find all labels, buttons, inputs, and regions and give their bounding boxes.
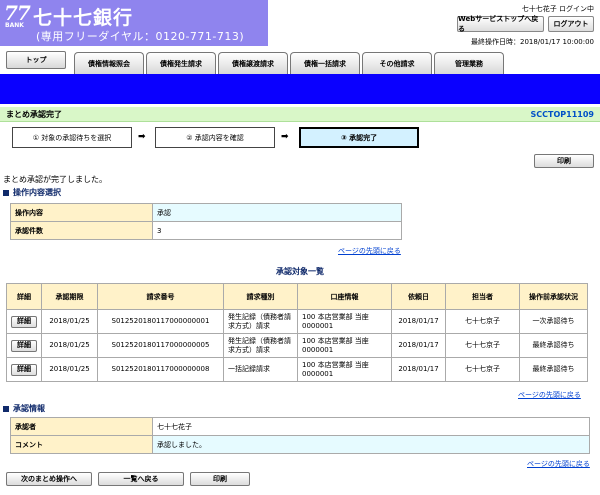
request-type-cell: 発生記録（債務者請求方式）請求	[223, 333, 298, 358]
col-account: 口座情報	[297, 283, 392, 310]
section-bullet-icon	[3, 405, 9, 412]
deadline-cell: 2018/01/25	[41, 333, 98, 358]
approval-info-heading: 承認情報	[3, 403, 45, 414]
deadline-cell: 2018/01/25	[41, 357, 98, 382]
step-select-target: ① 対象の承認待ちを選択	[12, 127, 132, 148]
request-date-cell: 2018/01/17	[391, 333, 446, 358]
operation-table: 操作内容 承認 承認件数 3	[10, 203, 402, 240]
toll-free-number: (専用フリーダイヤル：0120-771-713)	[36, 30, 245, 43]
logo-sub: BANK	[5, 22, 24, 29]
request-type-cell: 一括記録請求	[223, 357, 298, 382]
person-cell: 七十七京子	[445, 333, 520, 358]
tab-claim-inquiry[interactable]: 債権情報照会	[74, 52, 144, 74]
col-detail: 詳細	[6, 283, 42, 310]
section-bullet-icon	[3, 189, 9, 196]
progress-steps: ① 対象の承認待ちを選択 ➡ ② 承認内容を確認 ➡ ③ 承認完了	[12, 127, 452, 149]
col-person: 担当者	[445, 283, 520, 310]
next-batch-operation-button[interactable]: 次のまとめ操作へ	[6, 472, 92, 486]
request-date-cell: 2018/01/17	[391, 309, 446, 334]
approval-count-label: 承認件数	[10, 221, 153, 240]
approval-list-title: 承認対象一覧	[276, 267, 324, 276]
step-arrow-icon: ➡	[281, 132, 289, 142]
account-cell: 100 本店営業部 当座 0000001	[297, 309, 392, 334]
bank-header: 77 BANK 七十七銀行 (専用フリーダイヤル：0120-771-713)	[0, 0, 268, 46]
operation-row: 操作内容 承認	[10, 203, 402, 222]
status-cell: 最終承認待ち	[519, 357, 588, 382]
comment-value: 承認しました。	[152, 435, 590, 454]
table-row: 詳細 2018/01/25 S012520180117000000008 一括記…	[6, 357, 588, 382]
bank-logo: 77 BANK	[4, 1, 31, 29]
status-cell: 一次承認待ち	[519, 309, 588, 334]
print-button-top[interactable]: 印刷	[534, 154, 594, 168]
page-title: まとめ承認完了	[6, 109, 62, 119]
detail-cell: 詳細	[6, 333, 42, 358]
print-button-bottom[interactable]: 印刷	[190, 472, 250, 486]
operation-section-heading: 操作内容選択	[3, 187, 61, 198]
request-type-cell: 発生記録（債務者請求方式）請求	[223, 309, 298, 334]
request-no-cell: S012520180117000000005	[97, 333, 224, 358]
detail-button[interactable]: 詳細	[11, 315, 37, 328]
operation-value: 承認	[152, 203, 402, 222]
detail-cell: 詳細	[6, 309, 42, 334]
account-cell: 100 本店営業部 当座 0000001	[297, 357, 392, 382]
tab-bulk-request[interactable]: 債権一括請求	[290, 52, 360, 74]
back-to-top-link[interactable]: ページの先頭に戻る	[338, 246, 401, 256]
approver-row: 承認者 七十七花子	[10, 417, 590, 436]
back-to-list-button[interactable]: 一覧へ戻る	[98, 472, 184, 486]
approval-count-value: 3	[152, 221, 402, 240]
approval-info-table: 承認者 七十七花子 コメント 承認しました。	[10, 417, 590, 454]
tab-claim-issue[interactable]: 債権発生請求	[146, 52, 216, 74]
col-deadline: 承認期限	[41, 283, 98, 310]
tab-admin[interactable]: 管理業務	[434, 52, 504, 74]
account-cell: 100 本店営業部 当座 0000001	[297, 333, 392, 358]
logout-button[interactable]: ログアウト	[548, 16, 594, 32]
detail-button[interactable]: 詳細	[11, 339, 37, 352]
detail-cell: 詳細	[6, 357, 42, 382]
person-cell: 七十七京子	[445, 357, 520, 382]
list-header-row: 詳細 承認期限 請求番号 請求種別 口座情報 依頼日 担当者 操作前承認状況	[6, 283, 588, 310]
step-complete: ③ 承認完了	[299, 127, 419, 148]
request-no-cell: S012520180117000000001	[97, 309, 224, 334]
deadline-cell: 2018/01/25	[41, 309, 98, 334]
request-no-cell: S012520180117000000008	[97, 357, 224, 382]
completion-message: まとめ承認が完了しました。	[3, 175, 107, 184]
operation-label: 操作内容	[10, 203, 153, 222]
nav-sub-band	[0, 74, 600, 104]
back-to-top-link[interactable]: ページの先頭に戻る	[527, 459, 590, 469]
last-operation-time: 最終操作日時：2018/01/17 10:00:00	[470, 38, 594, 46]
step-arrow-icon: ➡	[138, 132, 146, 142]
approver-value: 七十七花子	[152, 417, 590, 436]
back-to-top-link[interactable]: ページの先頭に戻る	[518, 390, 581, 400]
login-user-info: 七十七花子 ログイン中	[521, 5, 594, 13]
table-row: 詳細 2018/01/25 S012520180117000000005 発生記…	[6, 333, 588, 358]
step-confirm: ② 承認内容を確認	[155, 127, 275, 148]
page-title-bar: まとめ承認完了 SCCTOP11109	[0, 107, 600, 122]
approval-list-table: 詳細 承認期限 請求番号 請求種別 口座情報 依頼日 担当者 操作前承認状況 詳…	[6, 283, 588, 382]
approval-count-row: 承認件数 3	[10, 221, 402, 240]
col-request-no: 請求番号	[97, 283, 224, 310]
table-row: 詳細 2018/01/25 S012520180117000000001 発生記…	[6, 309, 588, 334]
comment-row: コメント 承認しました。	[10, 435, 590, 454]
detail-button[interactable]: 詳細	[11, 363, 37, 376]
col-request-type: 請求種別	[223, 283, 298, 310]
comment-label: コメント	[10, 435, 153, 454]
approval-info-heading-text: 承認情報	[13, 404, 45, 413]
tab-top[interactable]: トップ	[6, 51, 66, 69]
screen-id: SCCTOP11109	[530, 109, 594, 119]
col-status: 操作前承認状況	[519, 283, 588, 310]
status-cell: 最終承認待ち	[519, 333, 588, 358]
bank-name: 七十七銀行	[33, 7, 134, 29]
col-request-date: 依頼日	[391, 283, 446, 310]
main-nav: トップ 債権情報照会 債権発生請求 債権譲渡請求 債権一括請求 その他請求 管理…	[0, 48, 600, 74]
person-cell: 七十七京子	[445, 309, 520, 334]
tab-other-request[interactable]: その他請求	[362, 52, 432, 74]
operation-heading-text: 操作内容選択	[13, 188, 61, 197]
tab-claim-transfer[interactable]: 債権譲渡請求	[218, 52, 288, 74]
request-date-cell: 2018/01/17	[391, 357, 446, 382]
approver-label: 承認者	[10, 417, 153, 436]
web-services-top-button[interactable]: Webサービストップへ戻る	[457, 15, 544, 33]
